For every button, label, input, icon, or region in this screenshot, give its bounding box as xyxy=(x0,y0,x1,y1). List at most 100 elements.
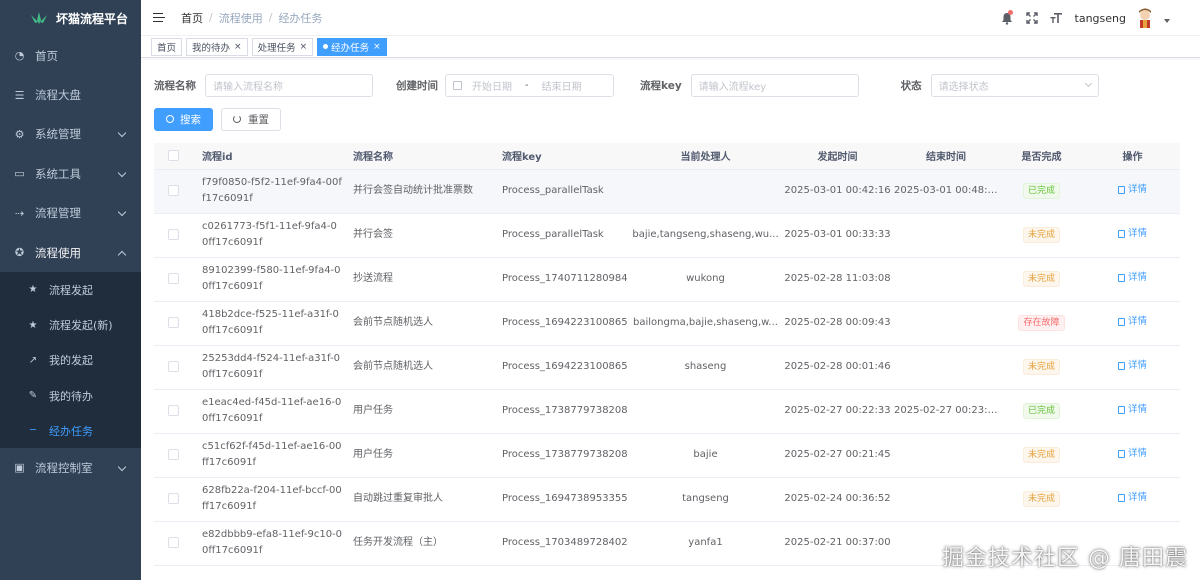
refresh-icon xyxy=(233,115,241,123)
cell-start: 2025-02-21 00:37:00 xyxy=(781,521,894,566)
sidebar-item[interactable]: ☰ 流程大盘 xyxy=(0,75,141,114)
sidebar-subitem[interactable]: ─ 经办任务 xyxy=(0,413,141,448)
row-checkbox[interactable] xyxy=(167,536,179,548)
chevron-down-icon xyxy=(117,208,127,217)
caret-down-icon[interactable] xyxy=(1164,19,1170,23)
list-icon: ☰ xyxy=(14,88,25,102)
detail-button[interactable]: 详情 xyxy=(1117,402,1147,418)
table-row[interactable]: e82dbbb9-efa8-11ef-9c10-00ff17c6091f 任务开发… xyxy=(154,521,1180,566)
sidebar-item[interactable]: ▣ 流程控制室 xyxy=(0,448,141,487)
row-checkbox[interactable] xyxy=(167,360,179,372)
sidebar-subitem[interactable]: ↗ 我的发起 xyxy=(0,343,141,378)
sidebar-subitem[interactable]: ★ 流程发起 xyxy=(0,272,141,307)
cell-end xyxy=(894,521,998,566)
row-checkbox[interactable] xyxy=(167,404,179,416)
row-checkbox[interactable] xyxy=(167,316,179,328)
detail-button[interactable]: 详情 xyxy=(1117,490,1147,506)
key-label: 流程key xyxy=(640,79,682,92)
row-checkbox[interactable] xyxy=(167,492,179,504)
dashboard-icon: ◔ xyxy=(14,49,25,63)
document-icon xyxy=(1117,186,1125,194)
sidebar-subitem[interactable]: ✎ 我的待办 xyxy=(0,378,141,413)
chevron-down-icon xyxy=(117,168,127,178)
search-button[interactable]: 搜索 xyxy=(154,107,213,131)
cell-handler: tangseng xyxy=(630,477,781,522)
chevron-up-icon xyxy=(117,250,127,259)
cell-name: 并行会签自动统计批准票数 xyxy=(343,169,492,214)
row-checkbox[interactable] xyxy=(167,228,179,240)
col-header: 操作 xyxy=(1085,143,1180,170)
hamburger-icon[interactable] xyxy=(153,12,165,23)
sidebar-item[interactable]: ⚙ 系统管理 xyxy=(0,115,141,154)
date-range-input[interactable]: 开始日期 - 结束日期 xyxy=(445,73,614,97)
detail-button[interactable]: 详情 xyxy=(1117,226,1147,242)
tag-1[interactable]: 我的待办 × xyxy=(186,37,248,56)
cell-end: 2025-02-27 00:23:11 xyxy=(894,389,998,434)
table-row[interactable]: 25253dd4-f524-11ef-a31f-00ff17c6091f 会前节点… xyxy=(154,345,1180,390)
detail-button[interactable]: 详情 xyxy=(1117,446,1147,462)
row-checkbox[interactable] xyxy=(167,272,179,284)
detail-button[interactable]: 详情 xyxy=(1117,182,1147,198)
row-checkbox[interactable] xyxy=(167,448,179,460)
cell-key: Process_1740711280984 xyxy=(492,257,630,302)
key-input[interactable]: 请输入流程key xyxy=(690,73,859,97)
sidebar-item[interactable]: ▭ 系统工具 xyxy=(0,154,141,193)
table-row[interactable]: c0261773-f5f1-11ef-9fa4-00ff17c6091f 并行会签… xyxy=(154,213,1180,258)
name-input[interactable]: 请输入流程名称 xyxy=(205,73,373,97)
select-all-checkbox[interactable] xyxy=(167,150,179,161)
time-label: 创建时间 xyxy=(396,79,438,92)
chevron-down-icon xyxy=(1084,79,1092,88)
logo-icon xyxy=(30,12,48,24)
table-row[interactable]: 89102399-f580-11ef-9fa4-00ff17c6091f 抄送流程… xyxy=(154,257,1180,302)
bell-icon[interactable] xyxy=(1000,10,1014,25)
status-select[interactable]: 请选择状态 xyxy=(930,73,1099,97)
table-row[interactable]: 628fb22a-f204-11ef-bccf-00ff17c6091f 自动跳过… xyxy=(154,477,1180,522)
detail-button[interactable]: 详情 xyxy=(1117,270,1147,286)
row-checkbox[interactable] xyxy=(167,184,179,196)
cell-end xyxy=(894,257,998,302)
app-logo[interactable]: 坏猫流程平台 xyxy=(0,0,141,36)
table-row[interactable]: 418b2dce-f525-11ef-a31f-00ff17c6091f 会前节点… xyxy=(154,301,1180,346)
breadcrumb-item: 流程使用 xyxy=(218,11,263,25)
cell-id: 418b2dce-f525-11ef-a31f-00ff17c6091f xyxy=(192,301,343,346)
name-label: 流程名称 xyxy=(154,79,196,92)
sidebar-item[interactable]: ✪ 流程使用 xyxy=(0,233,141,272)
table-row[interactable]: e1eac4ed-f45d-11ef-ae16-00ff17c6091f 用户任务… xyxy=(154,389,1180,434)
cell-end xyxy=(894,433,998,478)
sidebar: 坏猫流程平台 ◔ 首页 ☰ 流程大盘 ⚙ 系统管理 ▭ 系统工具 ⇢ 流程管理 ✪ 流程使用 ★ 流程发起… xyxy=(0,0,141,580)
cell-key: Process_parallelTask xyxy=(492,169,630,214)
avatar[interactable] xyxy=(1134,7,1156,29)
sidebar-item[interactable]: ⇢ 流程管理 xyxy=(0,194,141,233)
sidebar-item[interactable]: ◔ 首页 xyxy=(0,36,141,75)
detail-button[interactable]: 详情 xyxy=(1117,314,1147,330)
cell-name: 任务开发流程（主） xyxy=(343,521,492,566)
reset-button[interactable]: 重置 xyxy=(221,107,281,131)
breadcrumb-item[interactable]: 首页 xyxy=(181,10,203,26)
tag-2[interactable]: 处理任务 × xyxy=(251,37,314,56)
document-icon xyxy=(1117,362,1125,370)
sidebar-subitem[interactable]: ★ 流程发起(新) xyxy=(0,308,141,343)
app-title: 坏猫流程平台 xyxy=(56,11,129,26)
chevron-down-icon xyxy=(117,462,127,472)
table-row[interactable]: c51cf62f-f45d-11ef-ae16-00ff17c6091f 用户任务… xyxy=(154,433,1180,478)
detail-button[interactable]: 详情 xyxy=(1117,358,1147,374)
table-row[interactable]: f79f0850-f5f2-11ef-9fa4-00ff17c6091f 并行会签… xyxy=(154,169,1180,214)
close-icon[interactable]: × xyxy=(373,42,381,52)
close-icon[interactable]: × xyxy=(234,42,242,52)
cell-key: Process_1694223100865 xyxy=(492,345,630,390)
status-badge: 未完成 xyxy=(1022,227,1060,243)
cell-id: 628fb22a-f204-11ef-bccf-00ff17c6091f xyxy=(192,477,343,522)
tag-3[interactable]: 经办任务 × xyxy=(317,37,387,56)
tag-0[interactable]: 首页 xyxy=(151,37,183,56)
username[interactable]: tangseng xyxy=(1075,12,1126,25)
cell-id: e1eac4ed-f45d-11ef-ae16-00ff17c6091f xyxy=(192,389,343,434)
star-icon: ★ xyxy=(28,284,38,296)
gear-icon: ⚙ xyxy=(14,127,25,141)
fullscreen-icon[interactable] xyxy=(1025,11,1039,25)
calendar-icon xyxy=(453,80,462,90)
document-icon xyxy=(1117,274,1125,282)
task-table: 流程id 流程名称 流程key 当前处理人 发起时间 结束时间 是否完成 操作 … xyxy=(154,143,1180,566)
toolbox-icon: ▭ xyxy=(14,167,25,181)
close-icon[interactable]: × xyxy=(300,42,308,52)
font-size-icon[interactable] xyxy=(1050,11,1064,25)
